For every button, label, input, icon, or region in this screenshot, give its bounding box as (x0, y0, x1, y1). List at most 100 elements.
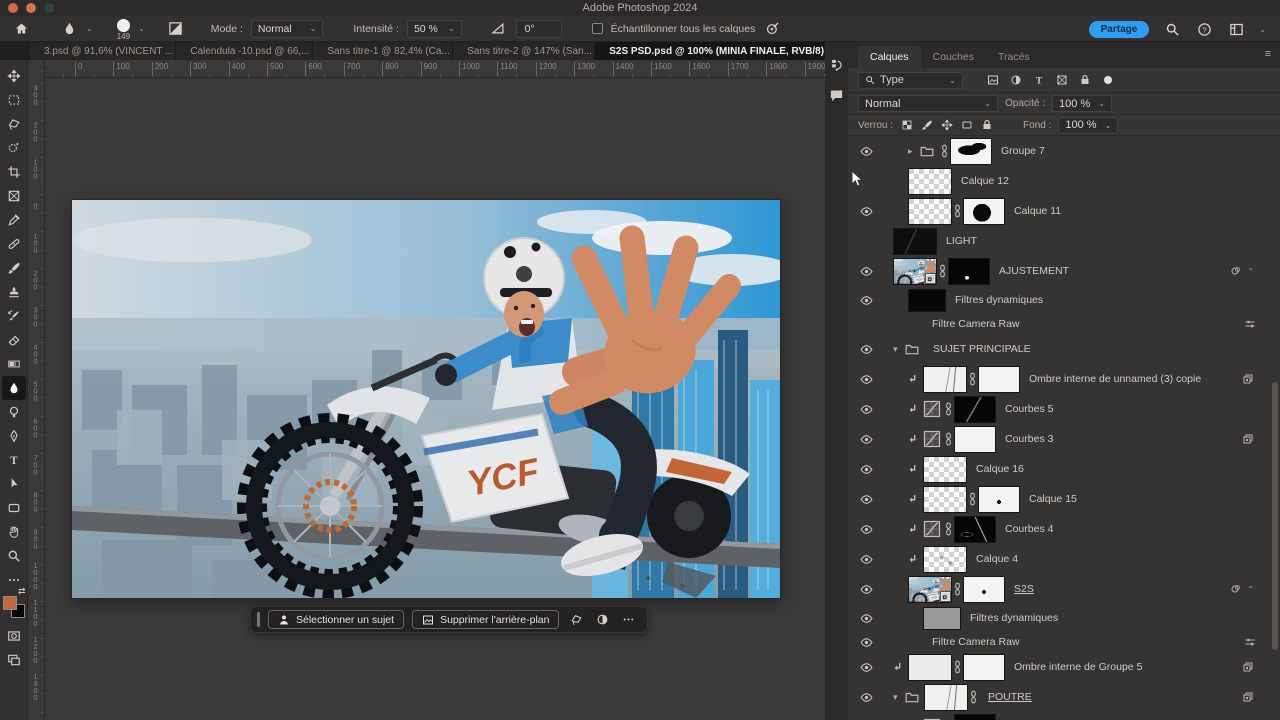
layer-thumbnail[interactable] (908, 654, 952, 681)
layer-expand-toggle[interactable]: ▸ (908, 146, 920, 157)
blend-mode-select[interactable]: Normal ⌄ (858, 95, 998, 112)
layer-thumbnail[interactable] (893, 258, 937, 285)
pen-tool[interactable] (2, 424, 26, 448)
layer-mask-thumbnail[interactable] (954, 516, 996, 543)
layers-scrollbar[interactable] (1272, 382, 1278, 650)
layer-name[interactable]: LIGHT (946, 235, 977, 247)
layer-mask-thumbnail[interactable] (963, 654, 1005, 681)
layer-name[interactable]: POUTRE (988, 691, 1032, 703)
share-button[interactable]: Partage (1089, 21, 1150, 38)
fill-select[interactable]: 100 % ⌄ (1058, 117, 1118, 134)
type-tool[interactable] (2, 448, 26, 472)
layer-row[interactable]: Filtres dynamiques (848, 286, 1280, 314)
layer-right-icons[interactable] (1244, 318, 1256, 330)
layer-expand-toggle[interactable]: ▾ (893, 692, 905, 703)
layer-visibility-toggle[interactable] (854, 296, 878, 305)
layer-name[interactable]: Ombre interne de Groupe 5 (1014, 661, 1142, 673)
layer-right-icons[interactable] (1242, 691, 1254, 703)
layer-mask-thumbnail[interactable] (948, 258, 990, 285)
adjustments-icon[interactable] (593, 611, 611, 629)
layer-name[interactable]: Calque 12 (961, 175, 1009, 187)
layer-name[interactable]: Courbes 4 (1005, 523, 1053, 535)
mode-select[interactable]: Normal ⌄ (251, 20, 324, 38)
lock-position-icon[interactable] (940, 117, 953, 133)
opacity-select[interactable]: 100 % ⌄ (1052, 95, 1112, 112)
layer-row[interactable]: Calque 12 (848, 166, 1280, 196)
layer-filter-toggle[interactable] (1104, 76, 1112, 84)
adjustment-layer-filter-icon[interactable] (1008, 72, 1024, 88)
comments-panel-icon[interactable] (828, 86, 846, 104)
document-tab[interactable]: S2S PSD.psd @ 100% (MINIA FINALE, RVB/8)… (595, 42, 825, 60)
shape-tool[interactable] (2, 496, 26, 520)
layer-visibility-toggle[interactable] (854, 614, 878, 623)
layer-name[interactable]: Filtre Camera Raw (932, 636, 1020, 648)
mask-link-icon[interactable] (954, 580, 961, 598)
mask-link-icon[interactable] (970, 688, 977, 706)
layer-expand-toggle[interactable]: ▾ (893, 344, 905, 355)
home-icon[interactable] (12, 20, 30, 38)
layer-row[interactable]: Calque 16 (848, 454, 1280, 484)
lock-artboard-icon[interactable] (960, 117, 973, 133)
brush-preset-picker[interactable]: 149 (117, 19, 130, 41)
layer-thumbnail[interactable] (923, 486, 967, 513)
blur-tool[interactable] (2, 376, 26, 400)
layer-mask-thumbnail[interactable] (978, 366, 1020, 393)
document-tab[interactable]: Calendula -10.psd @ 66,... (176, 42, 313, 60)
gradient-tool[interactable] (2, 352, 26, 376)
document-tab[interactable]: Sans titre-2 @ 147% (San... (453, 42, 595, 60)
layer-visibility-toggle[interactable] (854, 345, 878, 354)
layer-visibility-toggle[interactable] (854, 435, 878, 444)
select-subject-button[interactable]: Sélectionner un sujet (268, 610, 404, 629)
document-tab[interactable]: 3.psd @ 91,6% (VINCENT ... (30, 42, 176, 60)
layer-mask-thumbnail[interactable] (950, 138, 992, 165)
panel-menu-icon[interactable]: ≡ (1265, 48, 1272, 60)
layer-name[interactable]: Courbes 3 (1005, 433, 1053, 445)
hand-tool[interactable] (2, 520, 26, 544)
history-panel-icon[interactable] (828, 56, 846, 74)
layer-name[interactable]: Groupe 7 (1001, 145, 1045, 157)
layer-row[interactable]: Courbes 5 (848, 394, 1280, 424)
layer-row[interactable] (848, 712, 1280, 720)
layer-mask-thumbnail[interactable] (963, 198, 1005, 225)
mask-link-icon[interactable] (945, 400, 952, 418)
layer-row[interactable]: Filtre Camera Raw (848, 632, 1280, 652)
lock-pixels-icon[interactable] (920, 117, 933, 133)
panel-tab-calques[interactable]: Calques (858, 46, 921, 68)
layer-visibility-toggle[interactable] (854, 638, 878, 647)
mask-link-icon[interactable] (941, 142, 948, 160)
taskbar-drag-handle[interactable] (257, 612, 260, 627)
zoom-tool[interactable] (2, 544, 26, 568)
search-icon[interactable] (1163, 20, 1181, 38)
curves-adjustment-icon[interactable] (923, 400, 943, 418)
layer-right-icons[interactable] (1242, 373, 1254, 385)
object-selection-tool[interactable] (2, 136, 26, 160)
move-tool[interactable] (2, 64, 26, 88)
layer-thumbnail[interactable] (923, 366, 967, 393)
layer-visibility-toggle[interactable] (854, 465, 878, 474)
layer-name[interactable]: S2S (1014, 583, 1034, 595)
layer-visibility-toggle[interactable] (854, 237, 878, 246)
layer-row[interactable]: Filtres dynamiques (848, 604, 1280, 632)
history-brush-tool[interactable] (2, 304, 26, 328)
layer-thumbnail[interactable] (893, 228, 937, 255)
layer-thumbnail[interactable] (923, 456, 967, 483)
layer-thumbnail[interactable] (908, 168, 952, 195)
layer-row[interactable]: Calque 4 (848, 544, 1280, 574)
layer-thumbnail[interactable] (924, 684, 968, 711)
layer-mask-thumbnail[interactable] (954, 426, 996, 453)
layer-row[interactable]: Courbes 4 (848, 514, 1280, 544)
frame-tool[interactable] (2, 184, 26, 208)
marquee-tool[interactable] (2, 88, 26, 112)
help-icon[interactable] (1195, 20, 1213, 38)
type-layer-filter-icon[interactable] (1031, 72, 1047, 88)
layer-right-icons[interactable] (1242, 661, 1254, 673)
layer-mask-thumbnail[interactable] (954, 714, 996, 720)
crop-tool[interactable] (2, 160, 26, 184)
mask-link-icon[interactable] (954, 658, 961, 676)
swap-colors-icon[interactable]: ⇄ (18, 586, 26, 597)
layer-visibility-toggle[interactable] (854, 495, 878, 504)
document-tab[interactable]: Sans titre-1 @ 82,4% (Ca... (313, 42, 453, 60)
foreground-color-swatch[interactable] (3, 596, 17, 610)
layer-filter-select[interactable]: Type ⌄ (858, 72, 963, 89)
layer-visibility-toggle[interactable] (854, 663, 878, 672)
